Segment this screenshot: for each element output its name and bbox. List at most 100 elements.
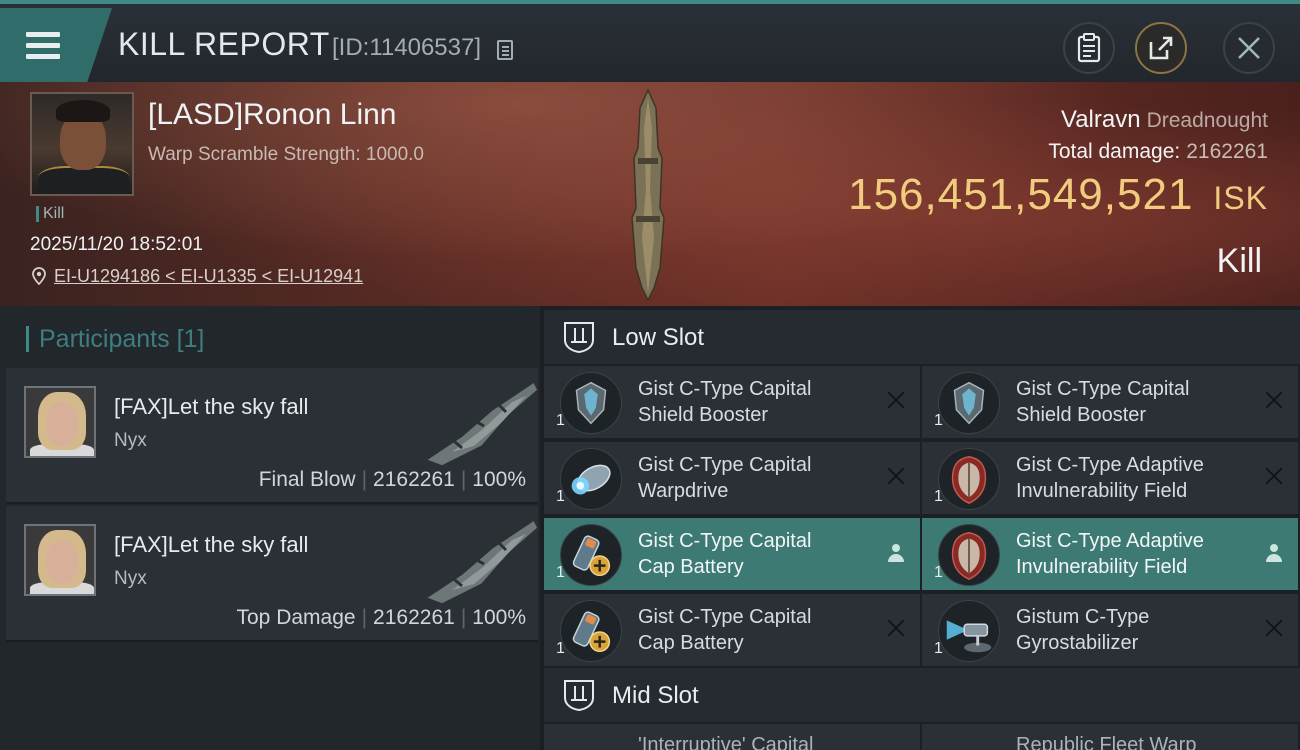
participant-percent: 100% — [472, 606, 526, 629]
ship-class: Dreadnought — [1146, 109, 1268, 132]
participant-role: Final Blow — [258, 468, 356, 491]
participant-damage: 2162261 — [373, 606, 455, 629]
menu-button[interactable] — [0, 8, 112, 82]
kill-tag: Kill — [36, 206, 64, 222]
total-damage-label: Total damage: — [1048, 140, 1181, 163]
isk-value: 156,451,549,521 ISK — [848, 170, 1268, 220]
participant-damage: 2162261 — [373, 468, 455, 491]
invulnerability-field-icon — [938, 448, 1000, 510]
participant-role: Top Damage — [236, 606, 356, 629]
top-bar: KILL REPORT [ID:11406537] — [0, 0, 1300, 82]
module-item[interactable]: 1 Gist C-Type Capital Warpdrive — [544, 442, 920, 514]
destroyed-x-icon — [1264, 618, 1284, 638]
participants-label: Participants — [39, 325, 170, 353]
module-item[interactable]: 1 Gist C-Type Capital Cap Battery — [544, 518, 920, 590]
destroyed-x-icon — [1264, 466, 1284, 486]
mid-slot-icon — [564, 680, 594, 712]
module-qty: 1 — [934, 640, 943, 657]
destroyed-x-icon — [886, 390, 906, 410]
avatar[interactable] — [24, 524, 96, 596]
victim-portrait[interactable] — [30, 92, 134, 196]
victim-ship-image — [631, 88, 665, 302]
module-qty: 1 — [556, 640, 565, 657]
module-item-partial[interactable]: Republic Fleet Warp — [922, 724, 1298, 750]
participant-name: [FAX]Let the sky fall — [114, 532, 309, 557]
victim-banner: [LASD]Ronon Linn Warp Scramble Strength:… — [0, 82, 1300, 306]
victim-ship[interactable]: Valravn Dreadnought — [1061, 106, 1268, 134]
module-item[interactable]: 1 Gist C-Type Capital Shield Booster — [922, 366, 1298, 438]
shield-booster-icon — [560, 372, 622, 434]
location-pin-icon — [32, 267, 46, 285]
module-qty: 1 — [556, 412, 565, 429]
destroyed-x-icon — [886, 466, 906, 486]
share-icon — [1149, 36, 1173, 60]
close-icon — [1238, 37, 1260, 59]
kill-timestamp: 2025/11/20 18:52:01 — [30, 234, 203, 255]
destroyed-x-icon — [886, 618, 906, 638]
warp-scramble-strength: Warp Scramble Strength: 1000.0 — [148, 144, 424, 165]
module-item[interactable]: 1 Gist C-Type Adaptive Invulnerability Fi… — [922, 518, 1298, 590]
module-name: Gist C-Type Capital Shield Booster — [1016, 378, 1190, 426]
module-item[interactable]: 1 Gistum C-Type Gyrostabilizer — [922, 594, 1298, 666]
total-damage: Total damage: 2162261 — [1048, 140, 1268, 164]
page-title: KILL REPORT — [118, 26, 330, 62]
module-name: Gist C-Type Capital Warpdrive — [638, 454, 812, 502]
mid-slot-label: Mid Slot — [612, 682, 699, 709]
module-item-partial[interactable]: 'Interruptive' Capital — [544, 724, 920, 750]
report-id: [ID:11406537] — [332, 34, 482, 61]
module-qty: 1 — [934, 412, 943, 429]
location-link[interactable]: EI-U1294186 < EI-U1335 < EI-U12941 — [54, 266, 363, 287]
avatar[interactable] — [24, 386, 96, 458]
shield-booster-icon — [938, 372, 1000, 434]
participant-stats: Final Blow | 2162261 | 100% — [258, 468, 526, 491]
module-qty: 1 — [556, 488, 565, 505]
participant-stats: Top Damage | 2162261 | 100% — [236, 606, 527, 629]
participants-count: [1] — [176, 325, 205, 353]
clipboard-icon — [1077, 33, 1101, 63]
module-name: Gistum C-Type Gyrostabilizer — [1016, 606, 1150, 654]
dropped-user-icon — [888, 544, 904, 562]
module-name: Gist C-Type Adaptive Invulnerability Fiel… — [1016, 454, 1204, 502]
copy-icon[interactable] — [497, 40, 513, 60]
ship-name: Valravn — [1060, 106, 1141, 133]
cap-battery-icon — [560, 524, 622, 586]
module-qty: 1 — [934, 564, 943, 581]
close-button[interactable] — [1223, 22, 1275, 74]
module-item[interactable]: 1 Gist C-Type Capital Cap Battery — [544, 594, 920, 666]
isk-unit: ISK — [1213, 180, 1268, 216]
dropped-user-icon — [1266, 544, 1282, 562]
module-name: Gist C-Type Capital Cap Battery — [638, 530, 812, 578]
participant-ship: Nyx — [114, 568, 147, 589]
participants-heading: Participants [1] — [26, 326, 204, 352]
participant-card[interactable]: [FAX]Let the sky fall Nyx Final Blow | 216… — [6, 368, 539, 504]
participant-name: [FAX]Let the sky fall — [114, 394, 309, 419]
participants-panel: Participants [1] [FAX]Let the sky fall N… — [0, 306, 540, 750]
warpdrive-icon — [560, 448, 622, 510]
log-button[interactable] — [1063, 22, 1115, 74]
participant-percent: 100% — [472, 468, 526, 491]
participant-card[interactable]: [FAX]Let the sky fall Nyx Top Damage | 216… — [6, 506, 539, 642]
module-name: 'Interruptive' Capital — [638, 734, 814, 750]
result-label: Kill — [1216, 242, 1262, 280]
low-slot-label: Low Slot — [612, 324, 705, 351]
isk-amount: 156,451,549,521 — [848, 170, 1194, 219]
module-item[interactable]: 1 Gist C-Type Adaptive Invulnerability Fi… — [922, 442, 1298, 514]
module-name: Republic Fleet Warp — [1016, 734, 1197, 750]
low-slot-icon — [564, 322, 594, 354]
cap-battery-icon — [560, 600, 622, 662]
module-qty: 1 — [934, 488, 943, 505]
module-item[interactable]: 1 Gist C-Type Capital Shield Booster — [544, 366, 920, 438]
module-name: Gist C-Type Capital Cap Battery — [638, 606, 812, 654]
victim-name[interactable]: [LASD]Ronon Linn — [148, 98, 397, 132]
module-name: Gist C-Type Capital Shield Booster — [638, 378, 812, 426]
mid-slot-header: Mid Slot — [544, 668, 1300, 722]
total-damage-value: 2162261 — [1186, 140, 1268, 163]
hamburger-menu-icon[interactable] — [26, 32, 60, 60]
share-button[interactable] — [1135, 22, 1187, 74]
fitting-panel: Low Slot 1 Gist C-Type Capital Shield Boo… — [544, 306, 1300, 750]
low-slot-header: Low Slot — [544, 310, 1300, 364]
invulnerability-field-icon — [938, 524, 1000, 586]
participant-ship-image — [424, 380, 539, 467]
participant-ship: Nyx — [114, 430, 147, 451]
participant-ship-image — [424, 518, 539, 605]
